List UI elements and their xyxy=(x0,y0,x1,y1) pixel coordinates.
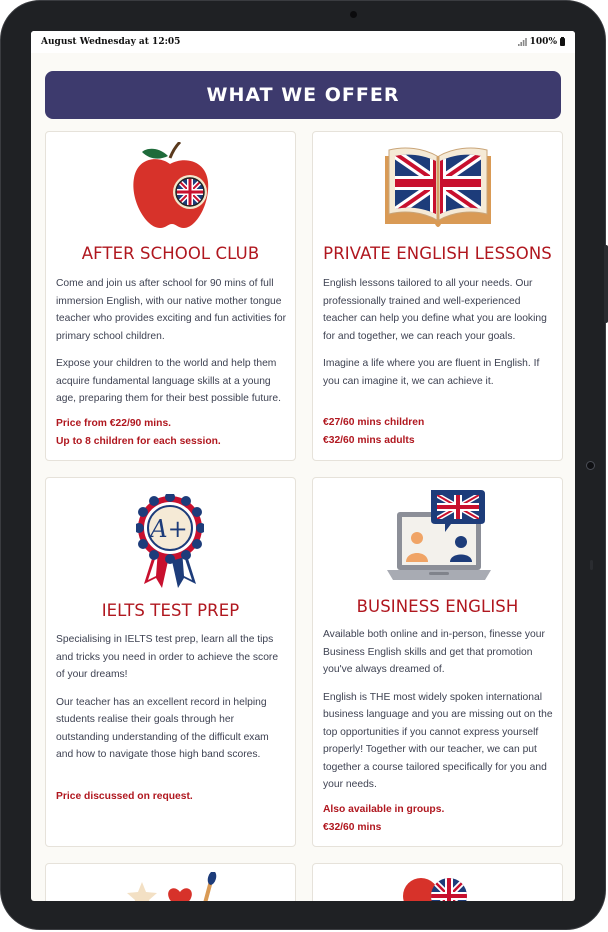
price-line: Up to 8 children for each session. xyxy=(56,435,221,447)
price-line: Price from €22/90 mins. xyxy=(56,418,172,429)
laptop-video-call-icon xyxy=(387,490,491,580)
offer-card-private-lessons: PRIVATE ENGLISH LESSONS English lessons … xyxy=(312,131,563,461)
price-line: €32/60 mins adults xyxy=(323,434,415,446)
card-price: Also available in groups. €32/60 mins xyxy=(323,801,554,836)
status-indicators: 100% xyxy=(517,37,565,47)
price-line: €27/60 mins children xyxy=(323,417,425,428)
card-description: Come and join us after school for 90 min… xyxy=(56,275,287,418)
card-paragraph: English lessons tailored to all your nee… xyxy=(323,278,547,342)
card-title: PRIVATE ENGLISH LESSONS xyxy=(323,244,552,263)
status-time: August Wednesday at 12:05 xyxy=(41,37,181,47)
offer-card-partial xyxy=(312,863,563,901)
svg-text:A+: A+ xyxy=(148,515,187,543)
battery-icon xyxy=(560,37,565,46)
price-line: Also available in groups. xyxy=(323,804,445,815)
volume-button xyxy=(604,245,608,323)
offer-card-business: BUSINESS ENGLISH Available both online a… xyxy=(312,477,563,847)
battery-percent: 100% xyxy=(529,37,557,47)
power-button xyxy=(590,560,593,570)
status-bar: August Wednesday at 12:05 100% xyxy=(31,31,575,53)
screen: August Wednesday at 12:05 100% WHAT WE O… xyxy=(31,31,575,901)
offer-card-ielts: A+ IELTS TEST PREP Specialising in IELTS… xyxy=(45,477,296,847)
page-title: WHAT WE OFFER xyxy=(45,71,561,119)
card-title: AFTER SCHOOL CLUB xyxy=(81,244,260,263)
art-supplies-icon xyxy=(127,872,217,901)
card-paragraph: Available both online and in-person, fin… xyxy=(323,629,545,675)
price-line: Price discussed on request. xyxy=(56,791,193,802)
balloons-flag-icon xyxy=(403,878,467,901)
apple-flag-icon xyxy=(133,142,209,228)
offer-card-after-school: AFTER SCHOOL CLUB Come and join us after… xyxy=(45,131,296,461)
side-sensor xyxy=(586,461,595,470)
offer-card-partial xyxy=(45,863,296,901)
card-price: Price from €22/90 mins. Up to 8 children… xyxy=(56,415,287,450)
card-title: IELTS TEST PREP xyxy=(101,601,240,620)
card-description: Available both online and in-person, fin… xyxy=(323,626,554,804)
card-price: €27/60 mins children €32/60 mins adults xyxy=(323,414,554,449)
card-title: BUSINESS ENGLISH xyxy=(356,597,519,616)
signal-icon xyxy=(517,38,527,46)
card-paragraph: Specialising in IELTS test prep, learn a… xyxy=(56,634,279,680)
card-description: English lessons tailored to all your nee… xyxy=(323,275,554,400)
award-rosette-icon: A+ xyxy=(136,494,204,588)
card-paragraph: Our teacher has an excellent record in h… xyxy=(56,696,269,761)
card-paragraph: Come and join us after school for 90 min… xyxy=(56,278,287,342)
card-description: Specialising in IELTS test prep, learn a… xyxy=(56,631,287,774)
front-camera xyxy=(350,11,357,18)
open-book-flag-icon xyxy=(385,147,491,227)
price-line: €32/60 mins xyxy=(323,821,382,833)
card-paragraph: Imagine a life where you are fluent in E… xyxy=(323,358,540,387)
card-paragraph: English is THE most widely spoken intern… xyxy=(323,691,553,791)
card-price: Price discussed on request. xyxy=(56,788,287,806)
card-paragraph: Expose your children to the world and he… xyxy=(56,358,281,404)
